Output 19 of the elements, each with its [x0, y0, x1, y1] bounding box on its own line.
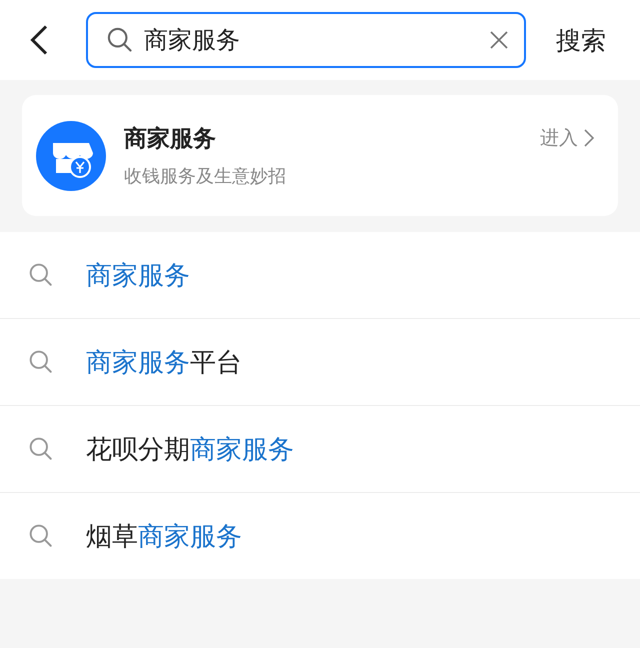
- search-icon: [28, 349, 54, 375]
- card-title: 商家服务: [124, 125, 217, 154]
- result-card[interactable]: 商家服务 收钱服务及生意妙招 进入: [22, 95, 618, 216]
- suggestion-item[interactable]: 商家服务: [86, 258, 190, 292]
- suggestion-item[interactable]: 花呗分期商家服务: [86, 432, 294, 466]
- suggestion-item[interactable]: 商家服务平台: [86, 344, 242, 380]
- search-icon: [106, 26, 134, 54]
- search-button[interactable]: 搜索: [556, 24, 606, 56]
- search-icon: [28, 523, 54, 549]
- suggestion-item[interactable]: 烟草商家服务: [86, 518, 242, 554]
- search-input[interactable]: 商家服务: [144, 26, 478, 54]
- store-icon: [36, 120, 106, 190]
- search-icon: [28, 436, 54, 462]
- chevron-icon: [582, 127, 596, 149]
- enter-link[interactable]: 进入: [540, 125, 596, 151]
- search-field[interactable]: 商家服务: [86, 12, 526, 68]
- clear-icon[interactable]: [488, 29, 510, 51]
- card-subtitle: 收钱服务及生意妙招: [124, 165, 287, 188]
- search-icon: [28, 262, 54, 288]
